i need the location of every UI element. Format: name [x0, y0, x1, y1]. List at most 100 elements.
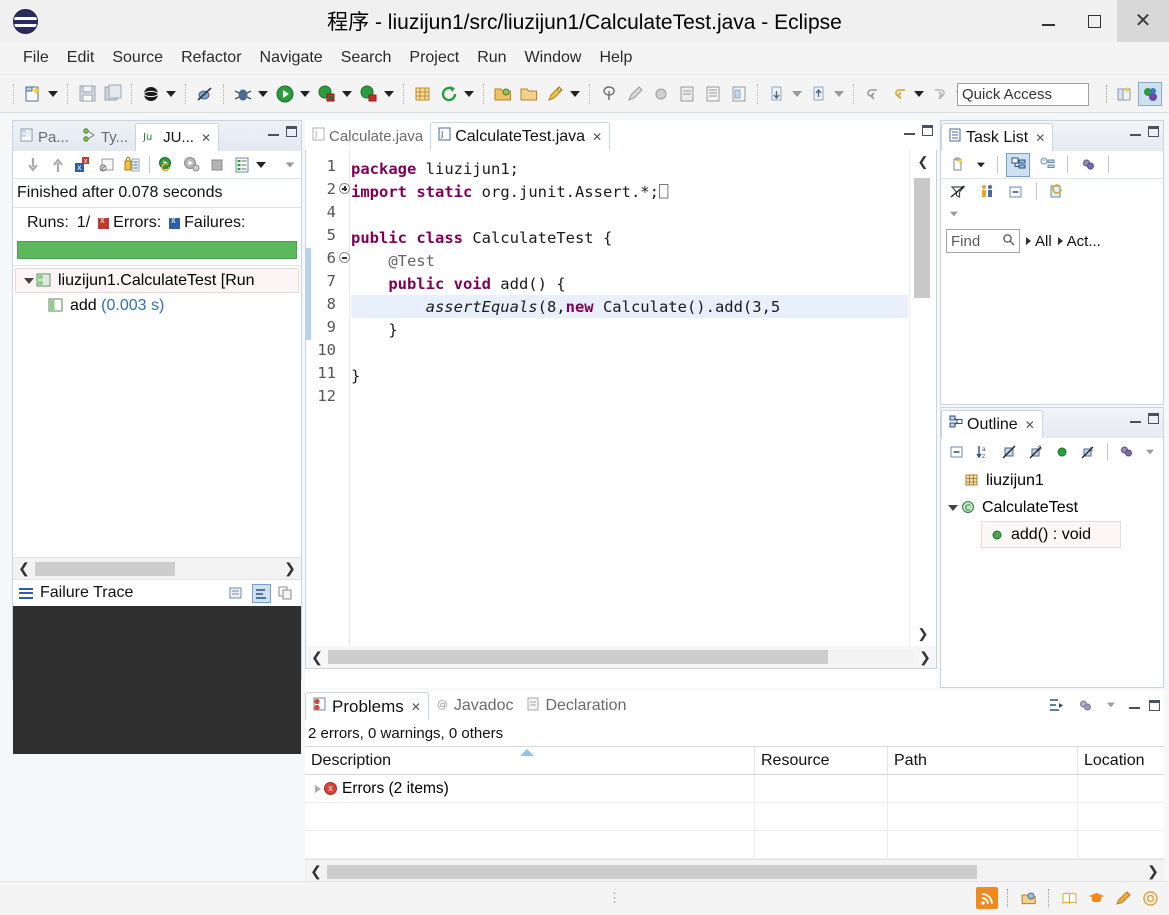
minimize-icon[interactable]: [1130, 415, 1141, 423]
view-menu-arrow-icon[interactable]: [948, 205, 958, 222]
profile-icon[interactable]: [357, 82, 381, 106]
menu-refactor[interactable]: Refactor: [172, 47, 250, 69]
junit-results-tree[interactable]: liuzijun1.CalculateTest [Run add (0.003 …: [13, 265, 301, 557]
rerun-failed-icon[interactable]: [182, 153, 203, 177]
tab-outline[interactable]: Outline ✕: [941, 410, 1043, 438]
show-ignored-icon[interactable]: [97, 153, 118, 177]
graduation-icon[interactable]: [1085, 887, 1107, 909]
categorized-mode-icon[interactable]: [1006, 152, 1030, 177]
code-text-area[interactable]: package liuzijun1; import static org.jun…: [351, 150, 908, 646]
toggle-breakpoint-icon[interactable]: [193, 82, 217, 106]
new-wizard-dropdown-arrow-icon[interactable]: [46, 83, 59, 105]
maximize-icon[interactable]: [1148, 413, 1159, 424]
scroll-right-icon[interactable]: ❯: [1142, 863, 1164, 880]
search-icon[interactable]: [597, 82, 621, 106]
vscroll-thumb[interactable]: [914, 178, 930, 298]
new-wizard-icon[interactable]: [21, 82, 45, 106]
new-task-dropdown-arrow-icon[interactable]: [975, 156, 985, 174]
column-header-location[interactable]: Location: [1078, 747, 1164, 774]
chevron-down-icon[interactable]: [22, 278, 35, 284]
scroll-down-icon[interactable]: ❯: [910, 622, 936, 646]
skip-breakpoints-icon[interactable]: [139, 82, 163, 106]
outline-item-class[interactable]: C CalculateTest: [941, 494, 1163, 521]
tab-junit[interactable]: Ju JU... ✕: [135, 123, 219, 151]
book-icon[interactable]: [1058, 887, 1080, 909]
coverage-icon[interactable]: [315, 82, 339, 106]
window-minimize-button[interactable]: [1025, 0, 1071, 42]
close-icon[interactable]: ✕: [592, 130, 602, 144]
skip-all-breakpoints-icon[interactable]: [649, 82, 673, 106]
window-close-button[interactable]: ✕: [1117, 0, 1169, 42]
menu-help[interactable]: Help: [590, 47, 641, 69]
test-method-row[interactable]: add (0.003 s): [13, 293, 301, 318]
chevron-down-icon[interactable]: [946, 505, 959, 511]
focus-on-active-task-icon[interactable]: [975, 180, 999, 204]
stop-icon[interactable]: [207, 153, 228, 177]
rss-feed-icon[interactable]: [976, 887, 998, 909]
show-failures-only-icon[interactable]: xx: [72, 153, 93, 177]
hscroll-thumb[interactable]: [327, 864, 977, 879]
hide-static-icon[interactable]: S: [1025, 440, 1046, 464]
editor-hscrollbar[interactable]: ❮ ❯: [306, 646, 936, 668]
coverage-dropdown-arrow-icon[interactable]: [340, 83, 353, 105]
minimize-icon[interactable]: [904, 127, 915, 135]
focus-on-selection-icon[interactable]: [1047, 696, 1065, 714]
refresh-icon[interactable]: [437, 82, 461, 106]
run-icon[interactable]: [273, 82, 297, 106]
maximize-icon[interactable]: [922, 125, 933, 136]
fold-expand-icon[interactable]: [339, 183, 350, 194]
close-icon[interactable]: ✕: [1025, 418, 1035, 432]
tab-problems[interactable]: Problems ✕: [305, 692, 429, 720]
badge-icon[interactable]: [1139, 887, 1161, 909]
view-menu-arrow-icon[interactable]: [285, 155, 295, 174]
tab-task-list[interactable]: Task List ✕: [941, 123, 1054, 151]
tab-calculatetest-java[interactable]: J CalculateTest.java ✕: [430, 122, 611, 150]
junit-tree-hscrollbar[interactable]: ❮ ❯: [13, 557, 301, 579]
menu-project[interactable]: Project: [400, 47, 468, 69]
view-menu-arrow-icon[interactable]: [1105, 696, 1115, 714]
skip-breakpoints-dropdown-arrow-icon[interactable]: [164, 83, 177, 105]
quick-access-input[interactable]: Quick Access: [957, 83, 1089, 106]
clear-filter-icon[interactable]: [946, 180, 970, 204]
maximize-icon[interactable]: [286, 126, 297, 137]
profile-dropdown-arrow-icon[interactable]: [382, 83, 395, 105]
link-icon[interactable]: [1076, 696, 1094, 714]
problems-table[interactable]: Description Resource Path Location Error…: [305, 746, 1164, 883]
minimize-icon[interactable]: [1130, 128, 1141, 136]
chevron-right-icon[interactable]: [311, 785, 324, 793]
maximize-icon[interactable]: [1148, 126, 1159, 137]
debug-dropdown-arrow-icon[interactable]: [256, 83, 269, 105]
toggle-block-selection-icon[interactable]: [727, 82, 751, 106]
run-last-tool-icon[interactable]: [543, 82, 567, 106]
previous-annotation-dropdown-arrow-icon[interactable]: [832, 83, 845, 105]
close-icon[interactable]: ✕: [1035, 131, 1045, 145]
tab-type-hierarchy[interactable]: Ty...: [76, 123, 135, 151]
table-row[interactable]: [305, 831, 1164, 859]
compare-result-icon[interactable]: [228, 584, 246, 602]
breadcrumb-activate[interactable]: Act...: [1058, 233, 1101, 250]
fold-collapse-icon[interactable]: [339, 252, 350, 263]
table-row[interactable]: [305, 803, 1164, 831]
scroll-lock-icon[interactable]: [121, 153, 142, 177]
hscroll-thumb[interactable]: [35, 561, 175, 576]
sort-icon[interactable]: az: [972, 440, 993, 464]
copy-trace-icon[interactable]: [277, 584, 295, 602]
close-icon[interactable]: ✕: [411, 700, 421, 714]
open-task-icon[interactable]: [517, 82, 541, 106]
show-source-quickdiff-icon[interactable]: [701, 82, 725, 106]
last-edit-location-icon[interactable]: [861, 82, 885, 106]
test-runs-history-icon[interactable]: [231, 153, 252, 177]
hscroll-track[interactable]: [328, 650, 914, 664]
hscroll-track[interactable]: [327, 864, 1142, 879]
table-row[interactable]: Errors (2 items): [305, 775, 1164, 803]
menu-run[interactable]: Run: [468, 47, 515, 69]
test-suite-row[interactable]: liuzijun1.CalculateTest [Run: [15, 268, 299, 293]
menu-navigate[interactable]: Navigate: [251, 47, 332, 69]
link-with-editor-icon[interactable]: [1116, 440, 1137, 464]
run-dropdown-arrow-icon[interactable]: [298, 83, 311, 105]
forward-icon[interactable]: [929, 82, 953, 106]
view-menu-arrow-icon[interactable]: [1146, 443, 1155, 461]
collapse-all-icon[interactable]: [946, 440, 967, 464]
tab-declaration[interactable]: Declaration: [520, 692, 633, 720]
save-all-icon[interactable]: [101, 82, 125, 106]
